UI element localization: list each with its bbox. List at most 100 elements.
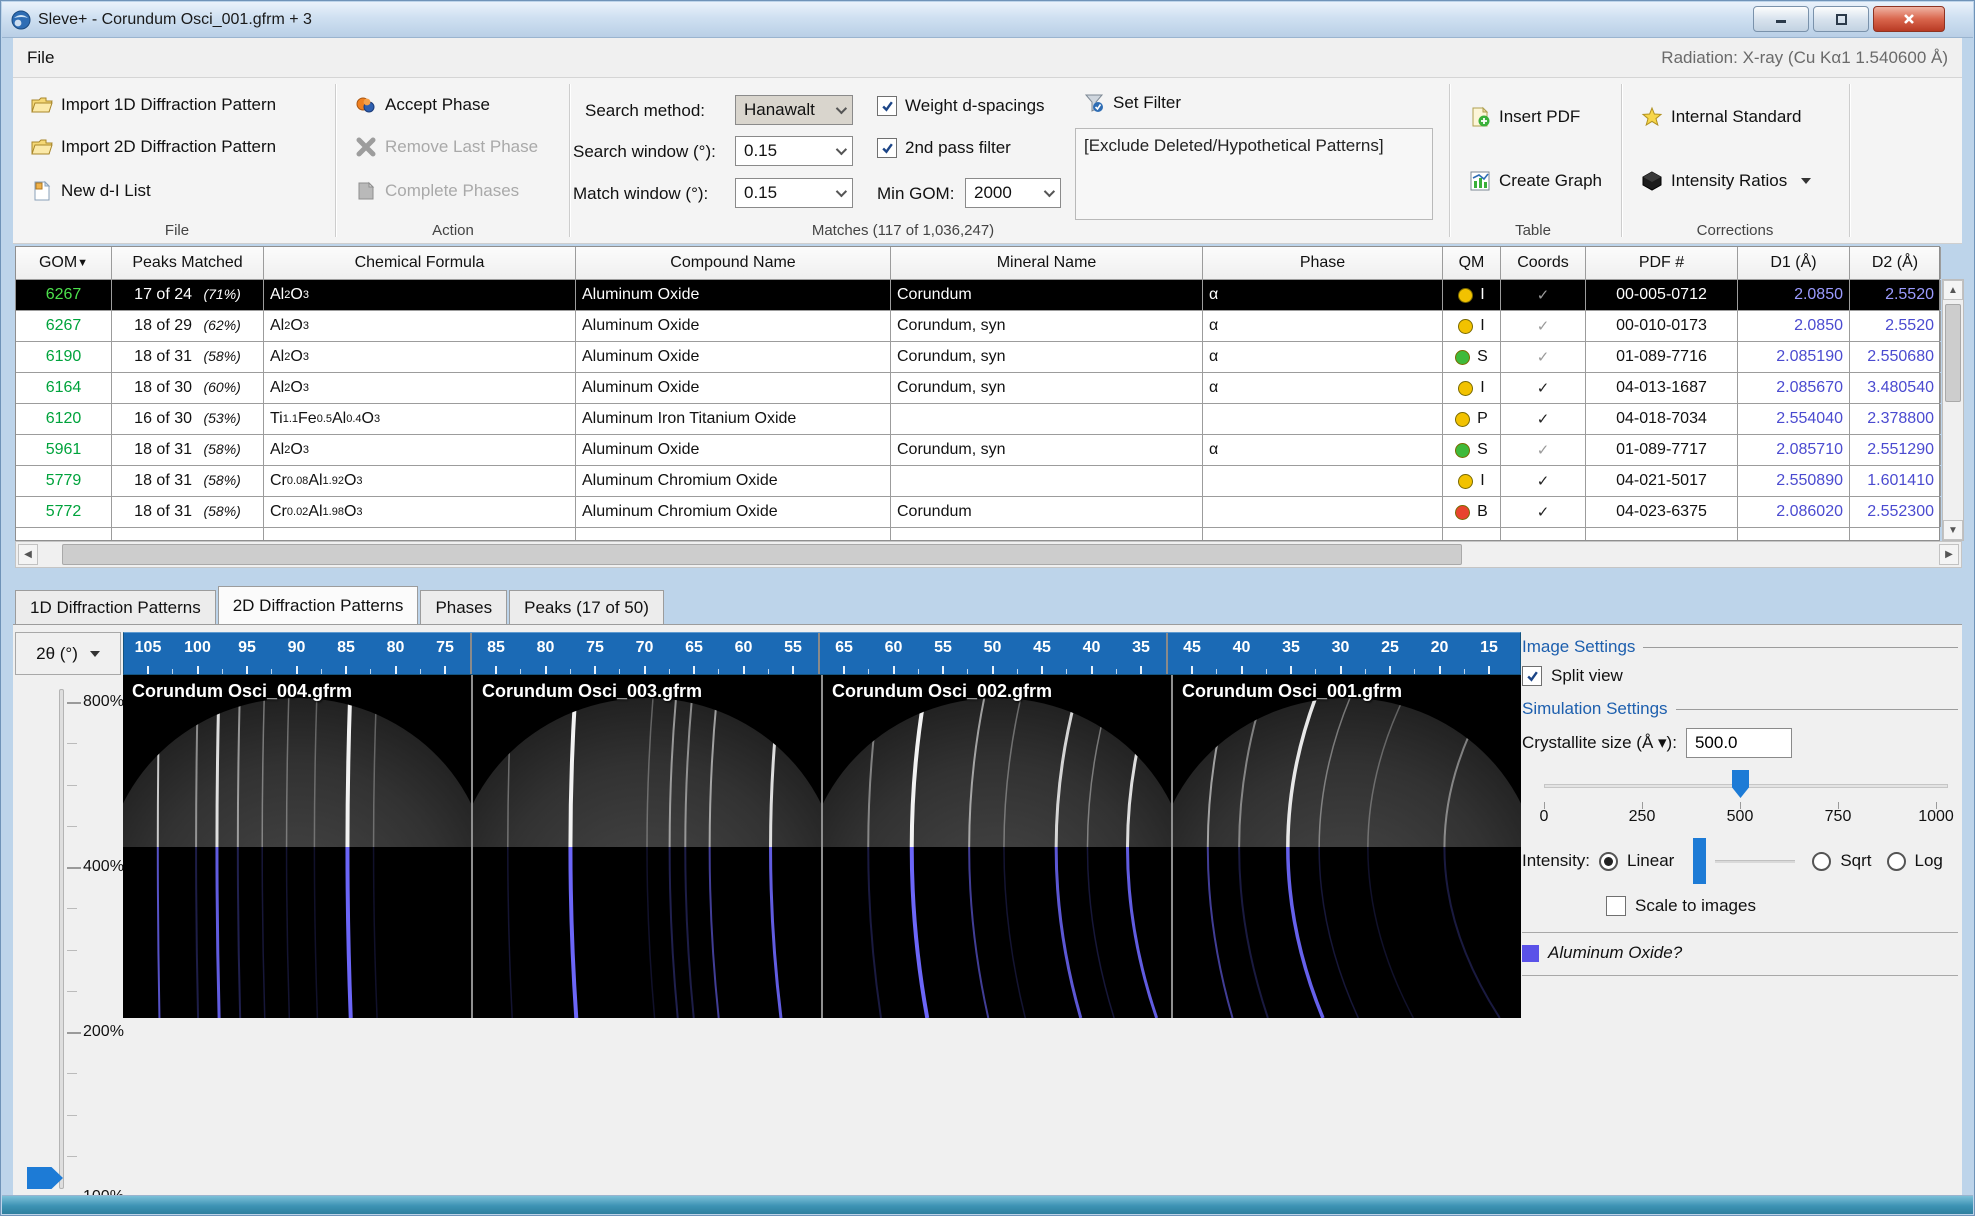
tab-1d-diffraction-patterns[interactable]: 1D Diffraction Patterns [15,590,216,624]
scroll-down-icon[interactable]: ▼ [1943,520,1963,540]
scale-to-images-checkbox[interactable]: Scale to images [1606,896,1958,916]
table-hscrollbar[interactable]: ◀ ▶ [15,541,1962,568]
set-filter-button[interactable]: Set Filter [1079,90,1185,116]
ruler-section: 65605550454035 [820,633,1168,674]
new-di-list-button[interactable]: New d-I List [27,178,155,204]
import-2d-button[interactable]: Import 2D Diffraction Pattern [27,134,280,160]
titlebar: Sleve+ - Corundum Osci_001.gfrm + 3 [2,2,1973,38]
tab-phases[interactable]: Phases [420,590,507,624]
table-row-partial[interactable] [16,528,1939,540]
crystallite-size-row: Crystallite size (Å ▾): [1522,728,1958,758]
complete-phases-button[interactable]: Complete Phases [351,178,523,204]
ruler-tick-label: 35 [1132,639,1150,657]
scroll-up-icon[interactable]: ▲ [1943,280,1963,300]
column-header-qm[interactable]: QM [1443,247,1501,279]
column-header-mineral-name[interactable]: Mineral Name [891,247,1203,279]
table-row[interactable]: 612016 of 30 (53%)Ti1.1Fe0.5Al0.4O3Alumi… [16,404,1939,435]
remove-last-phase-button[interactable]: Remove Last Phase [351,134,542,160]
axis-selector[interactable]: 2θ (°) [15,632,121,675]
maximize-button[interactable] [1813,6,1869,32]
table-row[interactable]: 626717 of 24 (71%)Al2O3Aluminum OxideCor… [16,280,1939,311]
column-header-d2-[interactable]: D2 (Å) [1850,247,1941,279]
intensity-slider-track[interactable] [1715,860,1795,863]
intensity-ratios-button[interactable]: Intensity Ratios [1637,168,1815,194]
table-vscrollbar[interactable]: ▲ ▼ [1942,279,1964,541]
ruler-tick-label: 55 [934,639,952,657]
column-header-peaks-matched[interactable]: Peaks Matched [112,247,264,279]
tab-2d-diffraction-patterns[interactable]: 2D Diffraction Patterns [218,586,419,624]
diffraction-panel[interactable]: Corundum Osci_004.gfrm [123,675,473,1018]
table-header-row: GOM ▼Peaks MatchedChemical FormulaCompou… [16,247,1939,280]
remove-last-phase-label: Remove Last Phase [385,137,538,157]
tab-label: 2D Diffraction Patterns [233,596,404,616]
coords-cell: ✓ [1501,435,1586,465]
diffraction-panel[interactable]: Corundum Osci_002.gfrm [823,675,1173,1018]
phase-legend-item[interactable]: Aluminum Oxide? [1522,943,1958,963]
weight-dspacings-checkbox[interactable]: Weight d-spacings [877,96,1045,116]
column-header-pdf-[interactable]: PDF # [1586,247,1738,279]
import-1d-button[interactable]: Import 1D Diffraction Pattern [27,92,280,118]
scroll-right-icon[interactable]: ▶ [1939,544,1959,565]
tab-label: 1D Diffraction Patterns [30,598,201,618]
min-gom-label: Min GOM: [877,184,954,204]
close-button[interactable] [1873,6,1945,32]
crystallite-size-slider[interactable]: 02505007501000 [1522,768,1958,826]
split-view-checkbox[interactable]: Split view [1522,666,1958,686]
filter-text-box[interactable]: [Exclude Deleted/Hypothetical Patterns] [1075,128,1433,220]
column-header-phase[interactable]: Phase [1203,247,1443,279]
diffraction-panel[interactable]: Corundum Osci_001.gfrm [1173,675,1521,1018]
column-header-coords[interactable]: Coords [1501,247,1586,279]
create-graph-button[interactable]: Create Graph [1465,168,1606,194]
2d-viewer-panel: 2θ (°) 105100959085807585807570656055656… [13,624,1962,1195]
table-row[interactable]: 596118 of 31 (58%)Al2O3Aluminum OxideCor… [16,435,1939,466]
peaks-matched-cell: 18 of 31 (58%) [112,497,264,527]
column-header-compound-name[interactable]: Compound Name [576,247,891,279]
intensity-slider-handle[interactable] [1693,838,1706,884]
table-row[interactable]: 616418 of 30 (60%)Al2O3Aluminum OxideCor… [16,373,1939,404]
crystallite-size-input[interactable] [1686,728,1792,758]
column-header-gom[interactable]: GOM ▼ [16,247,112,279]
table-row[interactable]: 626718 of 29 (62%)Al2O3Aluminum OxideCor… [16,311,1939,342]
match-window-combo[interactable]: 0.15 [735,178,853,208]
gom-cell: 6164 [16,373,112,403]
gom-cell: 6267 [16,280,112,310]
internal-standard-button[interactable]: Internal Standard [1637,104,1805,130]
search-method-combo[interactable]: Hanawalt [735,95,853,125]
scroll-left-icon[interactable]: ◀ [18,544,38,565]
table-row[interactable]: 619018 of 31 (58%)Al2O3Aluminum OxideCor… [16,342,1939,373]
ruler-tick-label: 75 [586,639,604,657]
column-header-chemical-formula[interactable]: Chemical Formula [264,247,576,279]
mineral-name-cell: Corundum [891,280,1203,310]
table-row[interactable]: 577918 of 31 (58%)Cr0.08Al1.92O3Aluminum… [16,466,1939,497]
mineral-name-cell: Corundum [891,497,1203,527]
radio-log[interactable] [1887,852,1906,871]
min-gom-combo[interactable]: 2000 [965,178,1061,208]
zoom-slider-handle[interactable] [27,1167,63,1189]
coords-cell: ✓ [1501,466,1586,496]
second-pass-filter-label: 2nd pass filter [905,138,1011,158]
column-header-d1-[interactable]: D1 (Å) [1738,247,1850,279]
table-row[interactable]: 577218 of 31 (58%)Cr0.02Al1.98O3Aluminum… [16,497,1939,528]
phase-cell: α [1203,435,1443,465]
zoom-slider-track[interactable] [59,689,64,1189]
tab-peaks[interactable]: Peaks (17 of 50) [509,590,664,624]
radio-linear[interactable] [1599,852,1618,871]
slider-handle[interactable] [1732,770,1749,798]
radio-sqrt[interactable] [1812,852,1831,871]
d1-cell: 2.554040 [1738,404,1850,434]
diffraction-panel[interactable]: Corundum Osci_003.gfrm [473,675,823,1018]
axis-label: 2θ (°) [36,644,78,664]
accept-phase-button[interactable]: Accept Phase [351,92,494,118]
compound-name-cell: Aluminum Oxide [576,342,891,372]
search-window-value: 0.15 [744,141,777,161]
folder-icon [31,136,53,158]
second-pass-filter-checkbox[interactable]: 2nd pass filter [877,138,1011,158]
minimize-button[interactable] [1753,6,1809,32]
hscroll-thumb[interactable] [62,544,1462,565]
accept-phase-icon [355,94,377,116]
search-window-combo[interactable]: 0.15 [735,136,853,166]
insert-pdf-button[interactable]: Insert PDF [1465,104,1584,130]
menu-file[interactable]: File [13,44,68,72]
vscroll-thumb[interactable] [1945,304,1961,402]
partial-cell [1586,528,1738,540]
